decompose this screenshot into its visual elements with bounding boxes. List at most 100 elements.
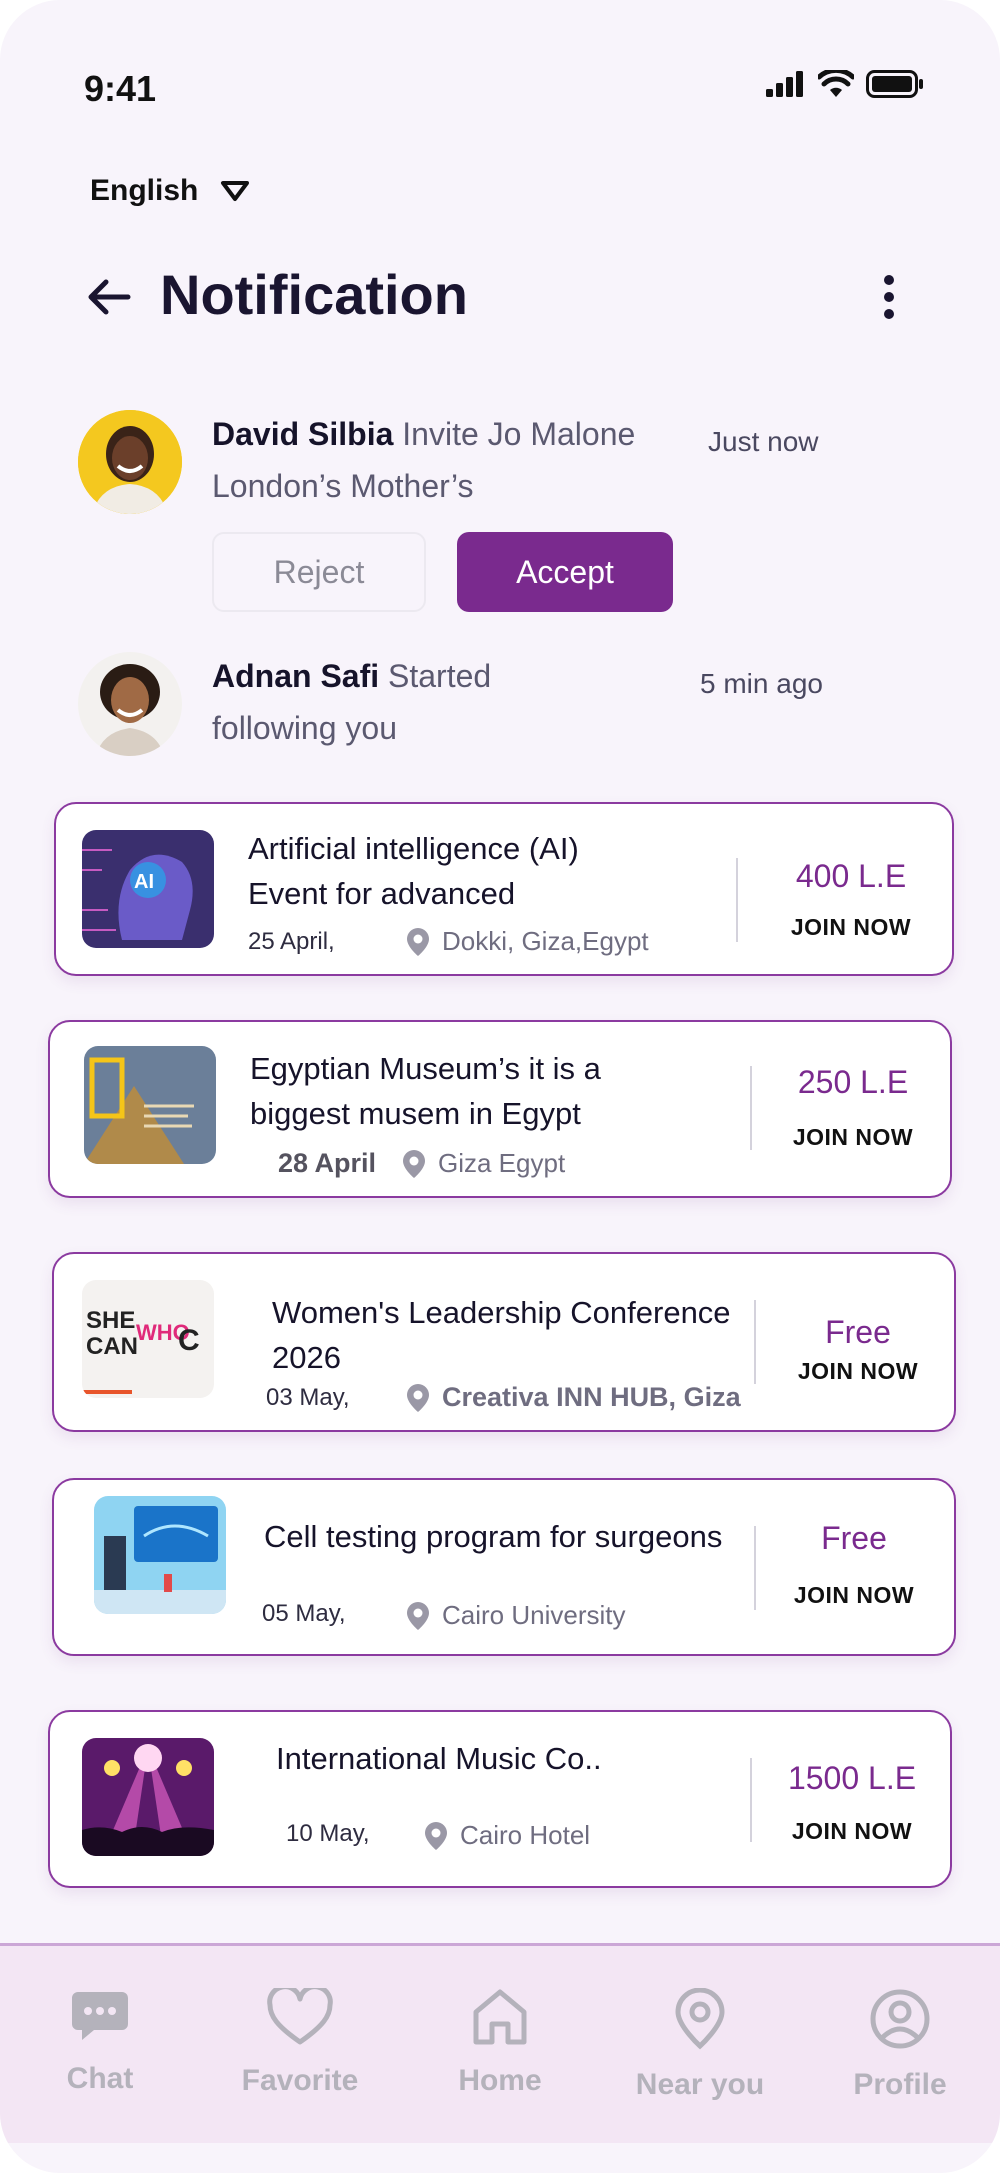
event-title: Cell testing program for surgeons [264, 1514, 764, 1559]
event-title-line: Cell testing program for surgeons [264, 1519, 723, 1554]
battery-icon [866, 70, 923, 98]
notification-time: 5 min ago [700, 668, 823, 699]
event-card[interactable]: AI Artificial intelligence (AI) Event fo… [54, 802, 954, 976]
event-date: 03 May, [266, 1384, 350, 1411]
language-label: English [90, 174, 199, 207]
location-pin-icon [407, 927, 429, 956]
status-time: 9:41 [84, 68, 157, 109]
avatar [78, 652, 182, 756]
svg-text:SHE: SHE [86, 1307, 135, 1334]
wifi-icon [818, 70, 854, 97]
bottom-navigation: Chat Favorite Home Near you Profile [0, 1943, 1000, 2143]
event-location: Cairo Hotel [424, 1820, 590, 1851]
join-now-button[interactable]: JOIN NOW [756, 914, 946, 941]
divider [736, 858, 738, 942]
event-location: Creativa INN HUB, Giza [406, 1382, 741, 1413]
accept-button[interactable]: Accept [457, 532, 673, 612]
event-title-line: Egyptian Museum’s it is a [250, 1051, 601, 1086]
join-now-button[interactable]: JOIN NOW [762, 1818, 942, 1845]
page-title: Notification [160, 263, 468, 326]
location-pin-icon [403, 1149, 425, 1178]
person-avatar-icon [78, 652, 182, 756]
event-card[interactable]: International Music Co.. 10 May, Cairo H… [48, 1710, 952, 1888]
join-now-button[interactable]: JOIN NOW [768, 1124, 938, 1151]
phone-screen: 9:41 English Notification David Silbia I… [0, 0, 1000, 2173]
conference-poster-image: SHE CAN WHO C [82, 1280, 214, 1398]
nav-item-home[interactable]: Home [400, 1946, 600, 2143]
divider [750, 1066, 752, 1150]
event-title-line: 2026 [272, 1340, 341, 1375]
svg-text:AI: AI [134, 871, 154, 893]
event-location-text: Creativa INN HUB, Giza [442, 1382, 741, 1412]
location-icon [675, 1988, 725, 2050]
event-card[interactable]: Cell testing program for surgeons 05 May… [52, 1478, 956, 1656]
event-location-text: Cairo Hotel [460, 1820, 591, 1850]
event-price: 400 L.E [795, 858, 907, 894]
language-selector[interactable]: English [90, 174, 250, 208]
nav-label: Chat [66, 2062, 134, 2095]
event-thumbnail: AI [82, 830, 214, 948]
event-location-text: Dokki, Giza,Egypt [442, 926, 649, 956]
status-icons [766, 70, 924, 98]
event-date: 05 May, [262, 1600, 346, 1627]
profile-icon [870, 1989, 930, 2049]
notification-message: Started [388, 658, 492, 694]
reject-button[interactable]: Reject [212, 532, 426, 612]
event-price: 250 L.E [797, 1064, 909, 1100]
event-title-line: Event for advanced [248, 876, 516, 911]
notification-text: David Silbia Invite Jo Malone London’s M… [212, 408, 642, 512]
notification-text: Adnan Safi Started following you [212, 650, 642, 754]
location-pin-icon [407, 1601, 429, 1630]
home-icon [473, 1989, 527, 2045]
event-location: Dokki, Giza,Egypt [406, 926, 649, 957]
event-thumbnail [82, 1738, 214, 1856]
ai-head-image: AI [82, 830, 214, 948]
event-price: 1500 L.E [787, 1760, 917, 1796]
avatar [78, 410, 182, 514]
nav-label: Home [458, 2064, 542, 2097]
chat-icon [72, 1992, 128, 2040]
event-title: Women's Leadership Conference 2026 [272, 1290, 772, 1380]
concert-image [82, 1738, 214, 1856]
event-title-line: Women's Leadership Conference [272, 1295, 731, 1330]
event-location: Giza Egypt [402, 1148, 565, 1179]
divider [754, 1300, 756, 1384]
event-title-line: Artificial intelligence (AI) [248, 831, 579, 866]
event-location-text: Cairo University [442, 1600, 626, 1630]
event-date: 28 April [278, 1148, 377, 1178]
event-location: Cairo University [406, 1600, 626, 1631]
notification-message: Invite Jo Malone [402, 416, 636, 452]
location-pin-icon [407, 1383, 429, 1412]
nav-item-profile[interactable]: Profile [800, 1946, 1000, 2143]
back-arrow-icon[interactable] [84, 272, 134, 322]
event-thumbnail [84, 1046, 216, 1164]
signal-icon [766, 71, 803, 97]
event-card[interactable]: Egyptian Museum’s it is a biggest musem … [48, 1020, 952, 1198]
more-vertical-icon[interactable] [872, 272, 912, 322]
nav-label: Near you [635, 2068, 765, 2101]
svg-text:CAN: CAN [86, 1333, 138, 1360]
svg-text:C: C [178, 1324, 200, 1357]
join-now-button[interactable]: JOIN NOW [770, 1358, 946, 1385]
nav-label: Profile [853, 2068, 947, 2101]
nav-item-favorite[interactable]: Favorite [200, 1946, 400, 2143]
divider [754, 1526, 756, 1610]
notification-user-name: David Silbia [212, 416, 394, 452]
notification-user-name: Adnan Safi [212, 658, 380, 694]
event-title: Egyptian Museum’s it is a biggest musem … [250, 1046, 730, 1136]
event-thumbnail [94, 1496, 226, 1614]
event-title: International Music Co.. [276, 1736, 736, 1781]
nav-label: Favorite [241, 2064, 359, 2097]
event-card[interactable]: SHE CAN WHO C Women's Leadership Confere… [52, 1252, 956, 1432]
join-now-button[interactable]: JOIN NOW [766, 1582, 942, 1609]
nav-item-chat[interactable]: Chat [0, 1946, 200, 2143]
museum-image [84, 1046, 216, 1164]
event-thumbnail: SHE CAN WHO C [82, 1280, 214, 1398]
lab-image [94, 1496, 226, 1614]
event-title-line: biggest musem in Egypt [250, 1096, 581, 1131]
heart-icon [267, 1988, 333, 2045]
event-title-line: International Music Co.. [276, 1741, 602, 1776]
person-avatar-icon [78, 410, 182, 514]
nav-item-near-you[interactable]: Near you [600, 1946, 800, 2143]
divider [750, 1758, 752, 1842]
